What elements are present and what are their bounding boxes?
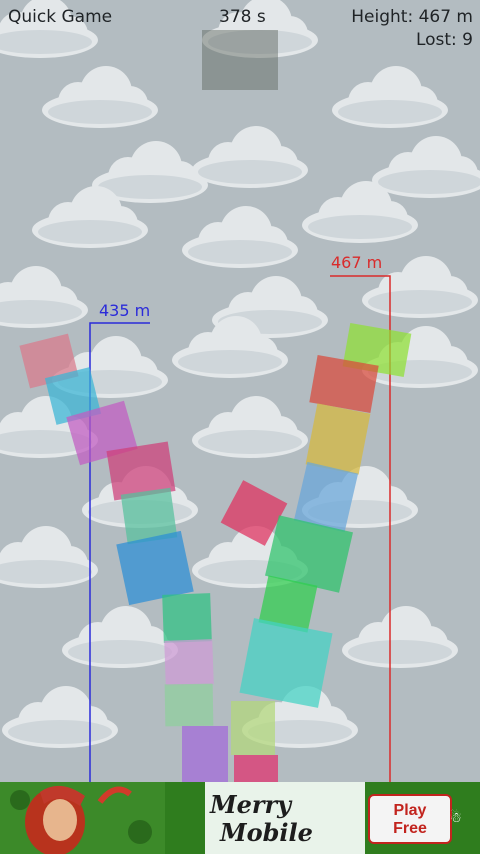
game-area[interactable]: Quick Game 378 s Height: 467 m Lost: 9 4… bbox=[0, 0, 480, 782]
tower-block bbox=[164, 683, 214, 727]
tower-block bbox=[182, 726, 228, 782]
tower-block bbox=[231, 701, 275, 755]
left-height-marker-label: 435 m bbox=[99, 301, 151, 320]
right-height-marker-label: 467 m bbox=[331, 253, 383, 272]
ad-title-line2: Mobile bbox=[220, 818, 313, 847]
ad-button-line1: Play bbox=[393, 802, 427, 819]
tower-block bbox=[164, 639, 214, 686]
tower-block bbox=[162, 593, 212, 643]
snowman-icon: ☃ bbox=[449, 810, 462, 826]
ad-character-image bbox=[0, 782, 165, 854]
ad-button-line2: Free bbox=[393, 820, 427, 837]
tower-block bbox=[234, 755, 278, 782]
tower-block bbox=[239, 618, 333, 708]
ad-play-free-button[interactable]: Play Free bbox=[368, 794, 452, 844]
ad-title-line1: Merry bbox=[210, 790, 292, 819]
ad-banner[interactable]: Merry Mobile Play Free ☃ bbox=[0, 782, 480, 854]
